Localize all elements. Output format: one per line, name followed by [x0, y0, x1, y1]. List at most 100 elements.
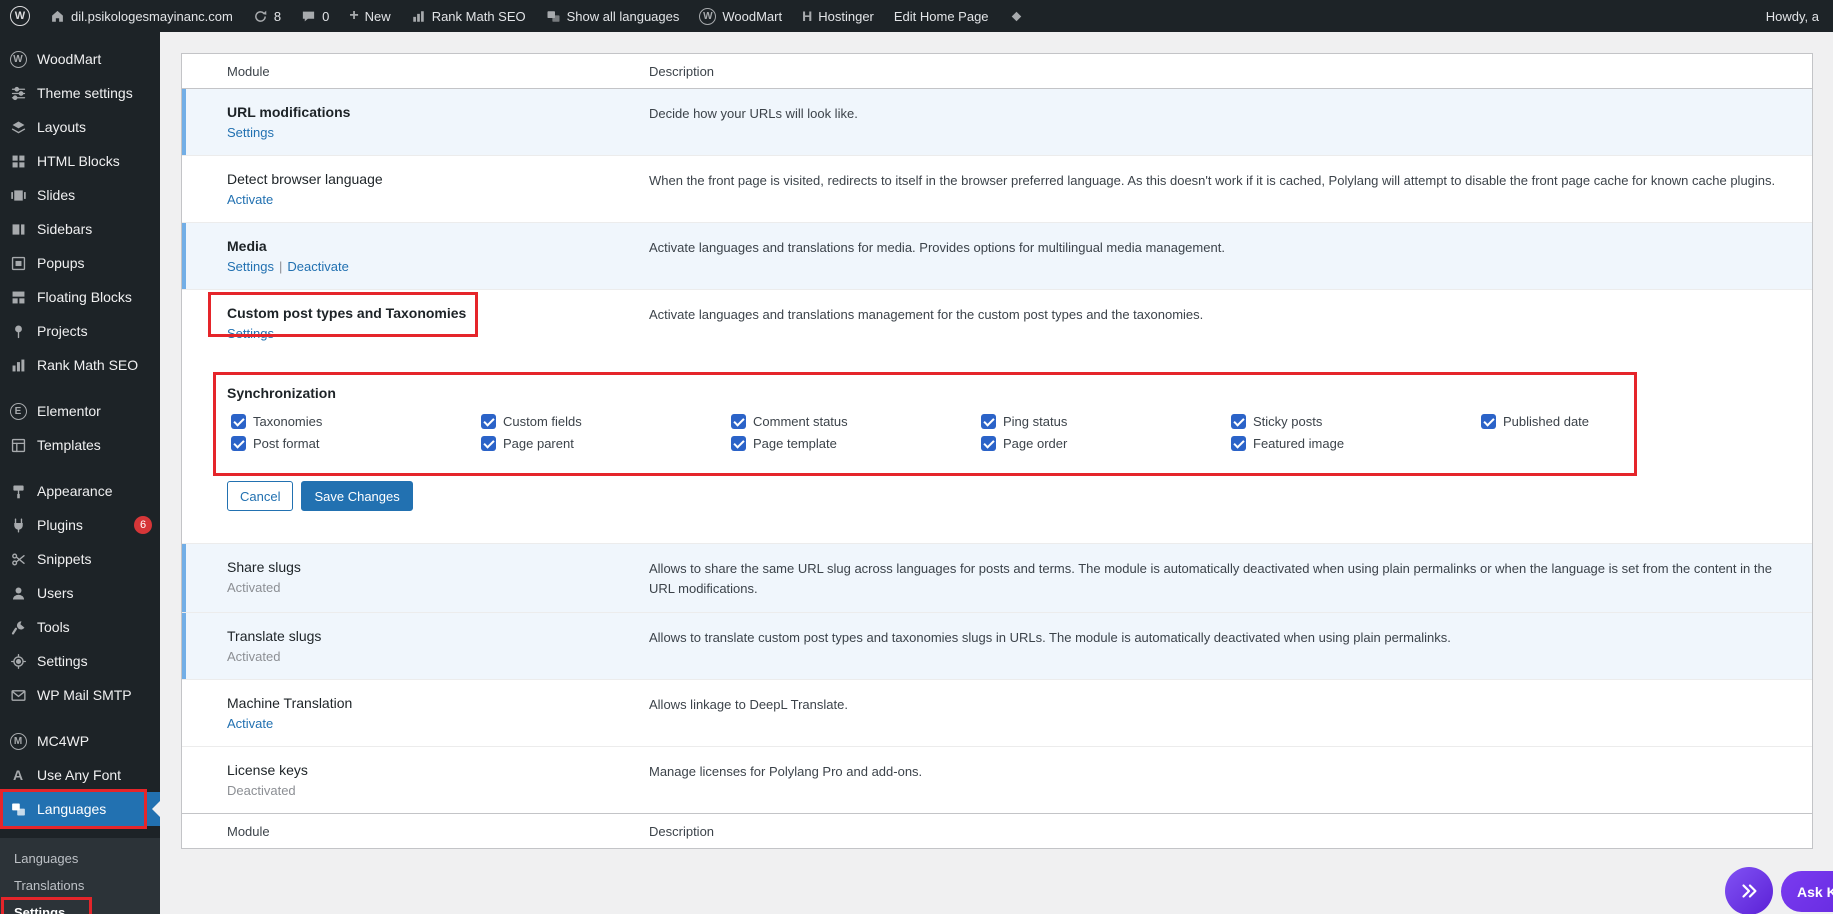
sidebar-item-label: Floating Blocks — [37, 289, 132, 305]
sidebar-item-settings[interactable]: Settings — [0, 644, 160, 678]
sidebar-item-layouts[interactable]: Layouts — [0, 110, 160, 144]
rank-math-menu[interactable]: Rank Math SEO — [401, 0, 536, 32]
sidebar-item-snippets[interactable]: Snippets — [0, 542, 160, 576]
checkbox-checked[interactable] — [481, 414, 496, 429]
description-column-header: Description — [649, 63, 715, 79]
module-description: Allows linkage to DeepL Translate. — [649, 697, 848, 713]
sidebar-item-floating-blocks[interactable]: Floating Blocks — [0, 280, 160, 314]
plug-icon — [8, 517, 28, 534]
woodmart-menu[interactable]: W WoodMart — [689, 0, 792, 32]
columns-icon — [8, 221, 28, 238]
checkbox-checked[interactable] — [981, 436, 996, 451]
sync-option-custom-fields[interactable]: Custom fields — [481, 414, 731, 429]
sidebar-item-use-any-font[interactable]: A Use Any Font — [0, 758, 160, 792]
sync-option-post-format[interactable]: Post format — [231, 436, 481, 451]
edit-home-page-menu[interactable]: Edit Home Page — [884, 0, 999, 32]
submenu-item-languages[interactable]: Languages — [0, 845, 160, 872]
sidebar-item-elementor[interactable]: E Elementor — [0, 394, 160, 428]
admin-menu: W WoodMart Theme settings Layouts HTML Block… — [0, 32, 160, 829]
deactivate-link[interactable]: Deactivate — [287, 259, 348, 274]
sidebar-item-theme-settings[interactable]: Theme settings — [0, 76, 160, 110]
sidebar-item-label: Projects — [37, 323, 88, 339]
hostinger-menu[interactable]: H Hostinger — [792, 0, 884, 32]
submenu-item-settings[interactable]: Settings — [0, 897, 160, 914]
table-footer: Module Description — [182, 813, 1812, 848]
checkbox-checked[interactable] — [981, 414, 996, 429]
sidebar-item-html-blocks[interactable]: HTML Blocks — [0, 144, 160, 178]
activate-link[interactable]: Activate — [227, 192, 273, 207]
settings-link[interactable]: Settings — [227, 259, 274, 274]
sidebar-item-label: Plugins — [37, 517, 83, 533]
assistant-toggle-button[interactable] — [1725, 867, 1773, 914]
sidebar-item-mc4wp[interactable]: M MC4WP — [0, 724, 160, 758]
sync-option-label: Taxonomies — [253, 414, 323, 429]
sidebar-item-label: WoodMart — [37, 51, 102, 67]
rank-math-icon — [411, 9, 426, 24]
sidebar-item-plugins[interactable]: Plugins 6 — [0, 508, 160, 542]
sidebar-item-tools[interactable]: Tools — [0, 610, 160, 644]
home-icon — [50, 9, 65, 24]
sidebar-item-label: Slides — [37, 187, 76, 203]
sidebar-item-appearance[interactable]: Appearance — [0, 474, 160, 508]
ask-kodee-button[interactable]: Ask K — [1781, 871, 1833, 912]
sync-option-comment-status[interactable]: Comment status — [731, 414, 981, 429]
sync-option-published-date[interactable]: Published date — [1481, 414, 1731, 429]
menu-group: Appearance Plugins 6 Snippets Users Tools Sett… — [0, 474, 160, 712]
sidebar-item-wp-mail-smtp[interactable]: WP Mail SMTP — [0, 678, 160, 712]
checkbox-checked[interactable] — [481, 436, 496, 451]
sync-option-taxonomies[interactable]: Taxonomies — [231, 414, 481, 429]
module-row-custom-post-types-and-taxonomies: Custom post types and Taxonomies Settings… — [182, 289, 1812, 543]
module-cell: Media Settings | Deactivate — [182, 223, 639, 289]
module-cell: Machine Translation Activate — [182, 680, 639, 746]
module-status: Activated — [227, 649, 281, 665]
updates-menu[interactable]: 8 — [243, 0, 291, 32]
checkbox-checked[interactable] — [731, 436, 746, 451]
howdy-menu[interactable]: Howdy, a — [1756, 9, 1829, 24]
module-actions: Activate — [227, 192, 629, 208]
sidebar-item-popups[interactable]: Popups — [0, 246, 160, 280]
sidebar-item-rank-math-seo[interactable]: Rank Math SEO — [0, 348, 160, 382]
module-cell: Translate slugs Activated — [182, 613, 639, 679]
checkbox-checked[interactable] — [231, 414, 246, 429]
show-all-languages-menu[interactable]: Show all languages — [536, 0, 690, 32]
sync-option-page-template[interactable]: Page template — [731, 436, 981, 451]
languages-submenu: Languages Translations Settings — [0, 838, 160, 914]
content-area: Module Description URL modifications Sett… — [160, 32, 1833, 914]
cancel-button[interactable]: Cancel — [227, 481, 294, 511]
module-cell: Share slugs Activated — [182, 544, 639, 612]
wp-logo-menu[interactable]: W — [0, 0, 40, 32]
save-changes-button[interactable]: Save Changes — [301, 481, 413, 511]
checkbox-checked[interactable] — [1231, 436, 1246, 451]
sidebar-item-templates[interactable]: Templates — [0, 428, 160, 462]
checkbox-checked[interactable] — [731, 414, 746, 429]
sidebar-item-slides[interactable]: Slides — [0, 178, 160, 212]
sync-option-sticky-posts[interactable]: Sticky posts — [1231, 414, 1481, 429]
sidebar-item-languages[interactable]: Languages — [0, 789, 160, 829]
comments-menu[interactable]: 0 — [291, 0, 339, 32]
pin-icon — [8, 323, 28, 340]
sync-option-label: Page parent — [503, 436, 574, 451]
sidebar-item-projects[interactable]: Projects — [0, 314, 160, 348]
new-content-menu[interactable]: + New — [339, 0, 400, 32]
submenu-item-translations[interactable]: Translations — [0, 872, 160, 899]
settings-link[interactable]: Settings — [227, 125, 274, 140]
sync-option-ping-status[interactable]: Ping status — [981, 414, 1231, 429]
new-content-label: New — [364, 8, 391, 24]
theme-builder-menu[interactable] — [999, 0, 1034, 32]
settings-link[interactable]: Settings — [227, 326, 274, 341]
sidebar-item-sidebars[interactable]: Sidebars — [0, 212, 160, 246]
activate-link[interactable]: Activate — [227, 716, 273, 731]
checkbox-checked[interactable] — [1231, 414, 1246, 429]
sidebar-item-woodmart[interactable]: W WoodMart — [0, 42, 160, 76]
sync-option-page-order[interactable]: Page order — [981, 436, 1231, 451]
sync-option-featured-image[interactable]: Featured image — [1231, 436, 1481, 451]
sidebar-item-users[interactable]: Users — [0, 576, 160, 610]
blocks-icon — [8, 289, 28, 306]
sidebar-item-label: Snippets — [37, 551, 92, 567]
sync-option-label: Comment status — [753, 414, 848, 429]
sidebar-item-label: Appearance — [37, 483, 113, 499]
checkbox-checked[interactable] — [1481, 414, 1496, 429]
checkbox-checked[interactable] — [231, 436, 246, 451]
sync-option-page-parent[interactable]: Page parent — [481, 436, 731, 451]
site-name-menu[interactable]: dil.psikologesmayinanc.com — [40, 0, 243, 32]
